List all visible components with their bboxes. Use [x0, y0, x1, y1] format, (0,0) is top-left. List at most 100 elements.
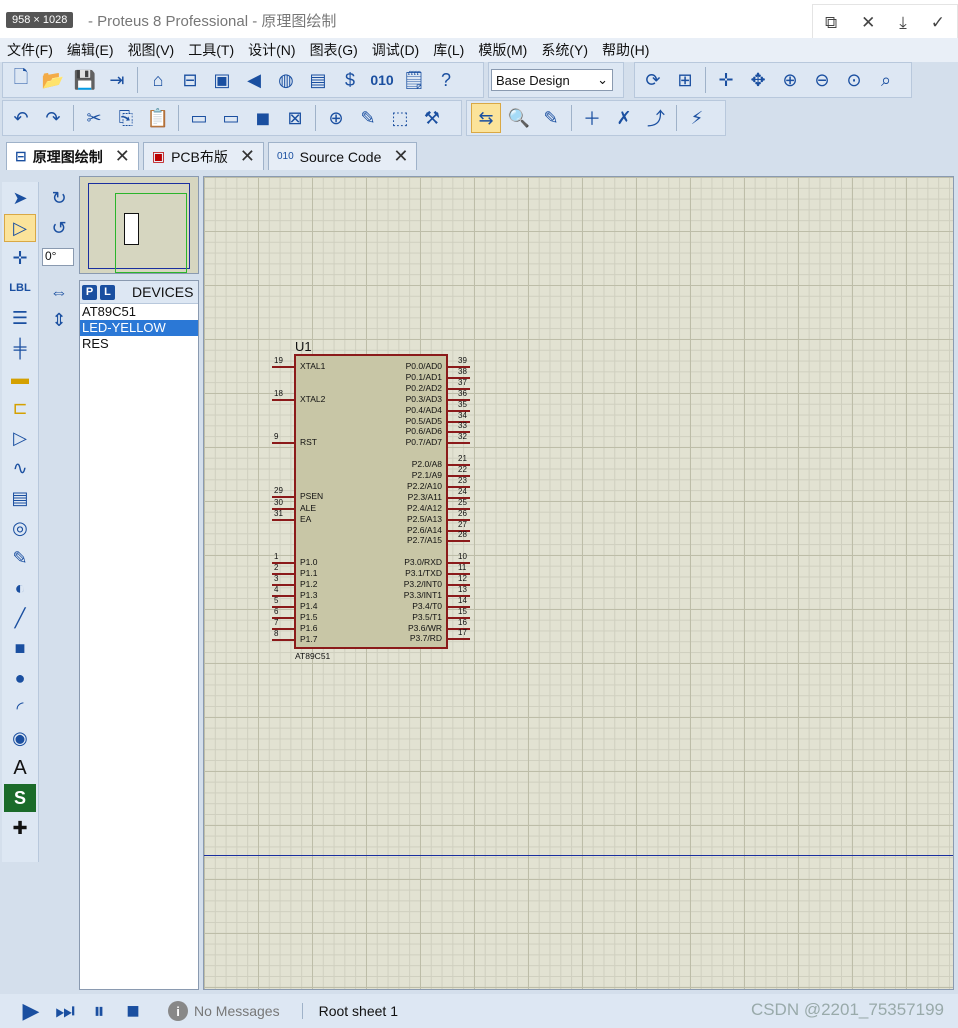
tape-recorder-icon[interactable]: ▤: [4, 484, 36, 512]
pin-line[interactable]: [272, 442, 294, 444]
redo-icon[interactable]: ↷: [39, 104, 67, 132]
play-icon[interactable]: ▶: [14, 996, 48, 1026]
pin-line[interactable]: [272, 366, 294, 368]
bom-icon[interactable]: ▤: [304, 66, 332, 94]
device-pin-icon[interactable]: ▷: [4, 424, 36, 452]
open-folder-icon[interactable]: 📂: [39, 66, 67, 94]
menu-library[interactable]: 库(L): [426, 40, 471, 60]
menu-tools[interactable]: 工具(T): [181, 40, 241, 60]
pick-device-button[interactable]: P: [82, 284, 97, 300]
check-icon[interactable]: ✓: [931, 13, 945, 33]
pick-device-icon[interactable]: ⊕: [322, 104, 350, 132]
symbol-icon[interactable]: S: [4, 784, 36, 812]
new-sheet-icon[interactable]: ＋: [578, 104, 606, 132]
block-delete-icon[interactable]: ⊠: [281, 104, 309, 132]
voltage-probe-icon[interactable]: ✎: [4, 544, 36, 572]
zoom-area-icon[interactable]: ⌕: [872, 66, 900, 94]
exit-parent-icon[interactable]: ⤴: [642, 104, 670, 132]
angle-field[interactable]: 0°: [42, 248, 74, 266]
block-copy-icon[interactable]: ▭: [185, 104, 213, 132]
undo-icon[interactable]: ↶: [7, 104, 35, 132]
menu-view[interactable]: 视图(V): [121, 40, 182, 60]
home-icon[interactable]: ⌂: [144, 66, 172, 94]
zoom-all-icon[interactable]: ⊙: [840, 66, 868, 94]
box-icon[interactable]: ■: [4, 634, 36, 662]
notes-icon[interactable]: 🗒: [400, 66, 428, 94]
pin-line[interactable]: [448, 442, 470, 444]
block-move-icon[interactable]: ▭: [217, 104, 245, 132]
schematic-icon[interactable]: ⊟: [176, 66, 204, 94]
device-item[interactable]: LED-YELLOW: [80, 320, 198, 336]
wire-autoroute-icon[interactable]: ⇆: [471, 103, 501, 133]
package-icon[interactable]: ⬚: [386, 104, 414, 132]
make-device-icon[interactable]: ✎: [354, 104, 382, 132]
pause-icon[interactable]: ⏸: [82, 996, 116, 1026]
bus-icon[interactable]: ╪: [4, 334, 36, 362]
tab-pcb[interactable]: ▣ PCB布版 ✕: [142, 142, 264, 170]
arc-icon[interactable]: ◜: [4, 694, 36, 722]
block-rotate-icon[interactable]: ◼: [249, 104, 277, 132]
menu-edit[interactable]: 编辑(E): [60, 40, 121, 60]
close-icon[interactable]: ✕: [861, 13, 875, 33]
menu-graph[interactable]: 图表(G): [303, 40, 365, 60]
line-icon[interactable]: ╱: [4, 604, 36, 632]
pan-icon[interactable]: ✥: [744, 66, 772, 94]
source-code-icon[interactable]: 010: [368, 66, 396, 94]
search-icon[interactable]: 🔍: [505, 104, 533, 132]
delete-sheet-icon[interactable]: ✗: [610, 104, 638, 132]
decompose-icon[interactable]: ⚒: [418, 104, 446, 132]
messages-area[interactable]: i No Messages: [168, 1001, 280, 1021]
schematic-canvas[interactable]: U1 AT89C51 19 XTAL1 18 XTAL2 9 RST 29 PSEN 30 ALE…: [203, 176, 954, 990]
save-icon[interactable]: 💾: [71, 66, 99, 94]
download-icon[interactable]: ⤓: [899, 13, 907, 33]
close-icon[interactable]: ✕: [240, 146, 255, 167]
dollar-icon[interactable]: $: [336, 66, 364, 94]
netlist-icon[interactable]: ⚡: [683, 104, 711, 132]
pcb-icon[interactable]: ▣: [208, 66, 236, 94]
generator-icon[interactable]: ◎: [4, 514, 36, 542]
design-select[interactable]: Base Design ⌄: [491, 69, 613, 91]
zoom-in-icon[interactable]: ⊕: [776, 66, 804, 94]
pin-line[interactable]: [272, 639, 294, 641]
zoom-out-icon[interactable]: ⊖: [808, 66, 836, 94]
flip-vertical-icon[interactable]: ⇕: [44, 306, 74, 334]
text-script-icon[interactable]: ☰: [4, 304, 36, 332]
menu-debug[interactable]: 调试(D): [365, 40, 426, 60]
import-icon[interactable]: ⇥: [103, 66, 131, 94]
pin-line[interactable]: [448, 540, 470, 542]
graph-icon[interactable]: ∿: [4, 454, 36, 482]
pin-line[interactable]: [272, 519, 294, 521]
close-icon[interactable]: ✕: [115, 146, 130, 167]
grid-icon[interactable]: ⊞: [671, 66, 699, 94]
menu-help[interactable]: 帮助(H): [595, 40, 656, 60]
cut-icon[interactable]: ✂: [80, 104, 108, 132]
origin-icon[interactable]: ✛: [712, 66, 740, 94]
text-icon[interactable]: A: [4, 754, 36, 782]
flip-horizontal-icon[interactable]: ⇔: [44, 278, 74, 306]
wire-label-icon[interactable]: LBL: [4, 274, 36, 302]
marker-icon[interactable]: ✚: [4, 814, 36, 842]
paste-icon[interactable]: 📋: [144, 104, 172, 132]
copy-icon[interactable]: ⎘: [112, 104, 140, 132]
device-item[interactable]: AT89C51: [80, 304, 198, 320]
select-arrow-icon[interactable]: ➤: [4, 184, 36, 212]
stop-icon[interactable]: ■: [116, 996, 150, 1026]
rotate-ccw-icon[interactable]: ↺: [44, 214, 74, 242]
menu-system[interactable]: 系统(Y): [534, 40, 595, 60]
help-icon[interactable]: ?: [432, 66, 460, 94]
virtual-instrument-icon[interactable]: ◐: [4, 574, 36, 602]
subcircuit-icon[interactable]: ▬: [4, 364, 36, 392]
menu-template[interactable]: 模版(M): [471, 40, 534, 60]
gerber-icon[interactable]: ◀: [240, 66, 268, 94]
library-manager-button[interactable]: L: [100, 284, 115, 300]
rotate-cw-icon[interactable]: ↻: [44, 184, 74, 212]
circle-icon[interactable]: ●: [4, 664, 36, 692]
pin-line[interactable]: [448, 638, 470, 640]
step-icon[interactable]: ⏭: [48, 996, 82, 1026]
terminal-icon[interactable]: ⊏: [4, 394, 36, 422]
path-icon[interactable]: ◉: [4, 724, 36, 752]
overview-window[interactable]: [79, 176, 199, 274]
new-file-icon[interactable]: 🗋: [7, 66, 35, 94]
3d-view-icon[interactable]: ◍: [272, 66, 300, 94]
component-mode-icon[interactable]: ▷: [4, 214, 36, 242]
